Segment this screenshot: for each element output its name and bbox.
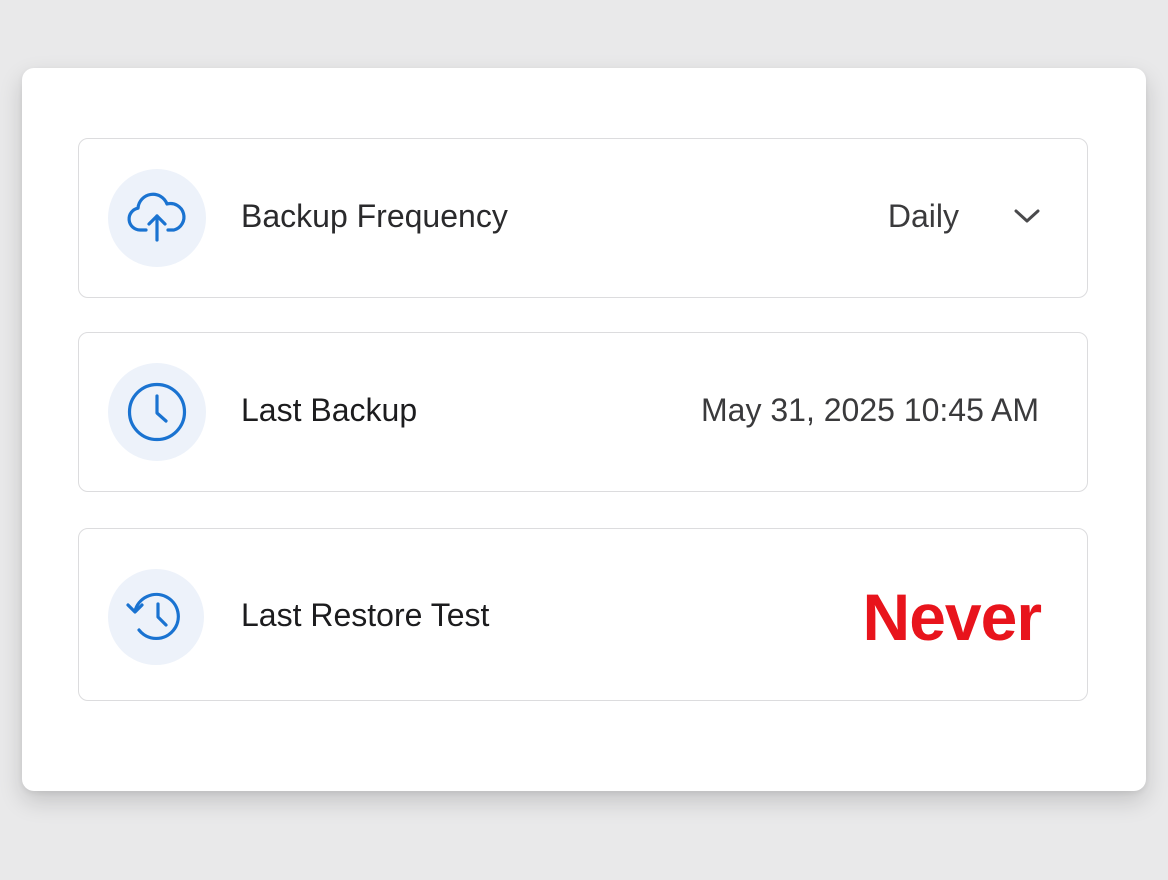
last-restore-test-label: Last Restore Test — [241, 597, 490, 633]
last-backup-icon-container — [108, 363, 206, 461]
cloud-upload-icon — [127, 192, 186, 242]
last-backup-value: May 31, 2025 10:45 AM — [701, 392, 1039, 428]
chevron-down-icon[interactable] — [1013, 205, 1041, 227]
backup-frequency-row[interactable]: Backup Frequency Daily — [78, 138, 1088, 298]
backup-frequency-label: Backup Frequency — [241, 198, 508, 234]
backup-frequency-value[interactable]: Daily — [888, 198, 959, 235]
backup-frequency-icon-container — [108, 169, 206, 267]
last-backup-row: Last Backup May 31, 2025 10:45 AM — [78, 332, 1088, 492]
clock-icon — [127, 382, 187, 442]
last-backup-label: Last Backup — [241, 392, 418, 428]
last-restore-test-value: Never — [862, 580, 1042, 654]
last-restore-test-row: Last Restore Test Never — [78, 528, 1088, 701]
history-icon — [126, 592, 180, 641]
last-restore-test-icon-container — [108, 569, 204, 665]
backup-settings-card: Backup Frequency Daily Last Backup May 3… — [22, 68, 1146, 791]
